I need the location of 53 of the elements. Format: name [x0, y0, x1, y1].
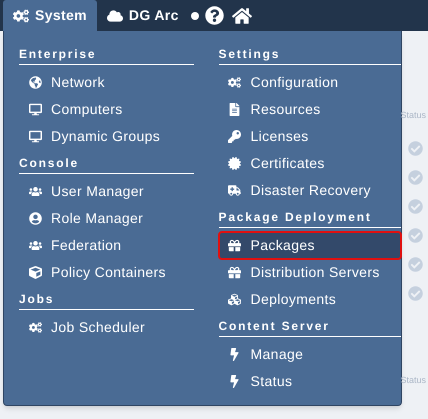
bolt-icon [228, 375, 242, 388]
monitor-icon [28, 103, 42, 116]
menu-item[interactable]: Resources [218, 96, 401, 123]
section-heading: Package Deployment [218, 208, 401, 228]
cube-icon [28, 266, 42, 279]
check-icon [408, 199, 422, 214]
menu-item[interactable]: Computers [19, 96, 194, 123]
gears-icon [228, 76, 242, 89]
section-heading: Console [19, 154, 194, 174]
menu-item[interactable]: Disaster Recovery [218, 177, 401, 204]
help-icon[interactable] [204, 6, 224, 25]
cloud-icon [106, 8, 123, 24]
cubes-icon [228, 293, 242, 306]
document-icon [228, 103, 242, 116]
menu-item[interactable]: Status [218, 368, 401, 395]
gears-icon [28, 321, 42, 334]
top-menu-tab[interactable]: DG Arc [96, 0, 189, 31]
key-icon [228, 130, 242, 143]
bolt-icon [228, 348, 242, 361]
menu-item[interactable]: Licenses [218, 123, 401, 150]
gift-icon [228, 266, 242, 279]
menu-item[interactable]: Role Manager [19, 205, 194, 232]
menu-item[interactable]: Federation [19, 232, 194, 259]
section-heading: Enterprise [19, 45, 194, 65]
section-heading: Settings [218, 45, 401, 65]
gears-icon [13, 8, 29, 24]
menu-item[interactable]: Distribution Servers [218, 259, 401, 286]
menu-item[interactable]: Manage [218, 341, 401, 368]
users-icon [28, 185, 42, 198]
menu-item[interactable]: Configuration [218, 69, 401, 96]
menu-item[interactable]: Dynamic Groups [19, 123, 194, 150]
menu-item[interactable]: Certificates [218, 150, 401, 177]
ambulance-icon [228, 184, 242, 197]
home-icon[interactable] [232, 6, 252, 26]
users-icon [28, 239, 42, 252]
menu-item[interactable]: Job Scheduler [19, 314, 194, 341]
menu-item[interactable]: User Manager [19, 178, 194, 205]
menu-item[interactable]: Packages [218, 232, 401, 259]
check-icon [408, 257, 422, 272]
menu-item[interactable]: Deployments [218, 286, 401, 313]
menu-item[interactable]: Network [19, 69, 194, 96]
globe-icon [28, 76, 42, 89]
badge-icon [228, 157, 242, 170]
section-heading: Jobs [19, 290, 194, 310]
gift-icon [228, 239, 242, 252]
section-heading: Content Server [218, 317, 401, 337]
check-icon [408, 141, 422, 156]
check-icon [408, 170, 422, 185]
monitor-icon [28, 130, 42, 143]
check-icon [408, 228, 422, 243]
check-icon [408, 286, 422, 301]
menu-item[interactable]: Policy Containers [19, 259, 194, 286]
top-menu-tab[interactable]: System [3, 0, 97, 31]
